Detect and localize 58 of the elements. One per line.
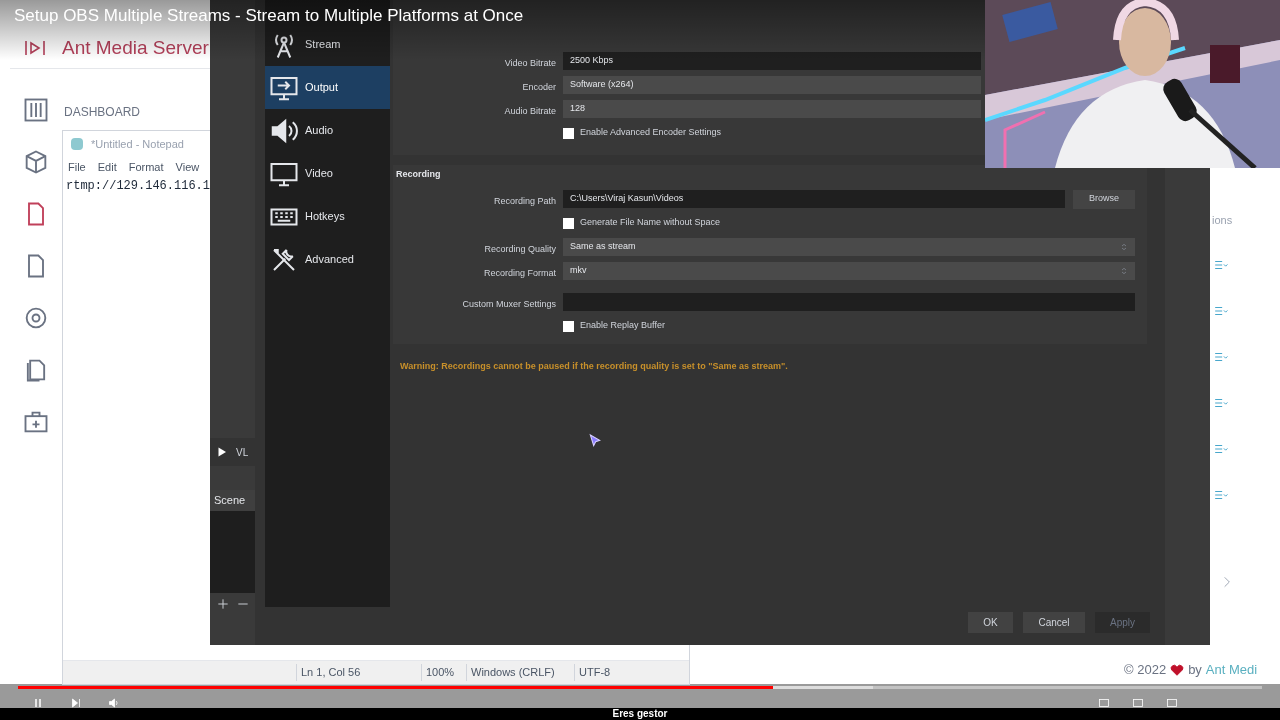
menu-item[interactable]: View [175, 158, 200, 176]
section-title: Recording [395, 168, 442, 182]
status-text: Windows (CRLF) [471, 666, 555, 679]
warning-text: Warning: Recordings cannot be paused if the recording quality is set to "Same as stream". [399, 360, 789, 373]
nav-heading: DASHBOARD [64, 104, 140, 121]
dropdown[interactable]: 128 [563, 100, 981, 118]
input-field[interactable]: 2500 Kbps [563, 52, 981, 70]
nav-item[interactable]: Hotkeys [265, 195, 390, 238]
dropdown[interactable]: mkv [563, 262, 1135, 280]
dropdown[interactable]: Same as stream [563, 238, 1135, 256]
status-text: UTF-8 [579, 666, 611, 679]
nav-item[interactable]: Advanced [265, 238, 390, 281]
dialog-button[interactable]: OK [968, 612, 1013, 633]
checkbox-label[interactable]: Generate File Name without Space [580, 216, 721, 230]
caption-text: Eres gestor [612, 708, 668, 720]
footer-text: by [1188, 661, 1202, 679]
browse-button[interactable]: Browse [1073, 189, 1135, 209]
spinner-arrows-icon [1120, 265, 1128, 277]
brand-name: Ant Media Server [62, 36, 209, 60]
input-field[interactable]: C:\Users\Viraj Kasun\Videos [563, 190, 1065, 208]
nav-item[interactable]: Stream [265, 23, 390, 66]
editor-text: rtmp://129.146.116.1 [65, 178, 212, 195]
dashboard-icon[interactable] [22, 96, 50, 124]
field-label: Audio Bitrate [504, 106, 556, 116]
field-label: Recording Path [493, 196, 556, 206]
notepad-icon [71, 138, 83, 150]
nav-item[interactable]: Output [265, 66, 390, 109]
play-icon[interactable] [216, 446, 228, 458]
panel-title: Scene [210, 490, 255, 511]
field-label: Video Bitrate [504, 58, 556, 68]
field-label: Recording Quality [484, 244, 556, 254]
dialog-button[interactable]: Cancel [1023, 612, 1085, 633]
field-label: Recording Format [483, 268, 556, 278]
menu-item[interactable]: Edit [97, 158, 117, 176]
progress-bar[interactable] [18, 686, 1262, 689]
checkbox[interactable] [563, 320, 574, 332]
cursor-icon [587, 433, 603, 449]
heart-icon [1170, 662, 1185, 677]
field-label: Custom Muxer Settings [462, 299, 556, 309]
spinner-arrows-icon [1120, 241, 1128, 253]
source-name[interactable]: VL [236, 444, 249, 460]
dropdown[interactable]: Software (x264) [563, 76, 981, 94]
add-icon[interactable] [216, 596, 230, 611]
checkbox-label[interactable]: Enable Replay Buffer [580, 319, 665, 333]
checkbox[interactable] [563, 217, 574, 229]
menu-item[interactable]: Format [128, 158, 164, 176]
menu-item[interactable]: File [68, 158, 86, 176]
section-label: ions [1212, 213, 1233, 228]
checkbox-label[interactable]: Enable Advanced Encoder Settings [580, 126, 722, 140]
copyright-text: © 2022 [1124, 661, 1167, 679]
nav-item[interactable]: Audio [265, 109, 390, 152]
status-text: 100% [426, 666, 455, 679]
window-title: *Untitled - Notepad [91, 136, 184, 152]
checkbox[interactable] [563, 127, 574, 139]
nav-item[interactable]: Video [265, 152, 390, 195]
field-label: Encoder [522, 82, 556, 92]
status-text: Ln 1, Col 56 [301, 666, 361, 679]
input-field[interactable] [563, 293, 1135, 311]
